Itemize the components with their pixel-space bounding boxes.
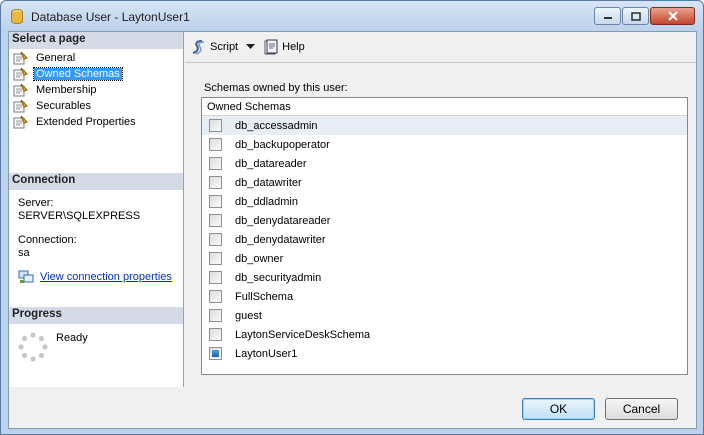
- maximize-icon: [630, 11, 641, 21]
- page-item-label: Extended Properties: [36, 116, 136, 128]
- table-row[interactable]: db_datawriter: [202, 173, 687, 192]
- schema-name: guest: [235, 309, 262, 322]
- connection-header: Connection: [9, 173, 183, 190]
- schema-checkbox[interactable]: [209, 214, 222, 227]
- schema-name: db_securityadmin: [235, 271, 322, 284]
- page-list: General Owned Schemas Membership Securab…: [13, 50, 138, 130]
- script-icon: [192, 40, 205, 55]
- server-label: Server:: [18, 197, 54, 209]
- page-item-label: Securables: [36, 100, 92, 112]
- schema-name: db_accessadmin: [235, 119, 318, 132]
- view-connection-properties-link[interactable]: View connection properties: [40, 271, 172, 283]
- owned-schemas-column-header[interactable]: Owned Schemas: [202, 98, 687, 116]
- page-item-securables[interactable]: Securables: [13, 98, 138, 114]
- table-row[interactable]: db_denydatareader: [202, 211, 687, 230]
- toolbar: Script Help: [185, 32, 696, 63]
- schema-name: db_denydatareader: [235, 214, 331, 227]
- minimize-button[interactable]: [594, 7, 621, 25]
- schema-name: db_denydatawriter: [235, 233, 326, 246]
- connection-properties-icon: [18, 270, 34, 283]
- close-icon: [667, 11, 678, 21]
- select-page-header: Select a page: [9, 32, 183, 49]
- table-row[interactable]: db_securityadmin: [202, 268, 687, 287]
- table-row[interactable]: FullSchema: [202, 287, 687, 306]
- script-label: Script: [210, 41, 239, 53]
- database-cylinder-icon: [11, 9, 23, 24]
- page-item-extended-properties[interactable]: Extended Properties: [13, 114, 138, 130]
- ok-button[interactable]: OK: [522, 398, 595, 420]
- progress-status: Ready: [18, 332, 88, 362]
- schema-name: db_ddladmin: [235, 195, 298, 208]
- schema-checkbox[interactable]: [209, 119, 222, 132]
- page-item-label: Owned Schemas: [33, 67, 123, 81]
- schema-checkbox[interactable]: [209, 176, 222, 189]
- script-dropdown-button[interactable]: [246, 44, 256, 50]
- page-item-owned-schemas[interactable]: Owned Schemas: [13, 66, 138, 82]
- schema-checkbox[interactable]: [209, 195, 222, 208]
- cancel-button[interactable]: Cancel: [605, 398, 678, 420]
- close-button[interactable]: [650, 7, 695, 25]
- left-panel: Select a page General Owned Schemas Memb…: [9, 32, 184, 387]
- connection-info: Server: SERVER\SQLEXPRESS Connection: sa: [18, 197, 140, 260]
- table-row[interactable]: LaytonServiceDeskSchema: [202, 325, 687, 344]
- progress-spinner-icon: [18, 332, 48, 362]
- schema-checkbox[interactable]: [209, 328, 222, 341]
- schema-checkbox[interactable]: [209, 271, 222, 284]
- page-item-label: General: [36, 52, 76, 64]
- table-row[interactable]: guest: [202, 306, 687, 325]
- page-icon: [13, 99, 28, 113]
- connection-label: Connection:: [18, 234, 77, 246]
- server-value: SERVER\SQLEXPRESS: [18, 210, 141, 222]
- schema-name: db_datareader: [235, 157, 307, 170]
- page-icon: [13, 51, 28, 65]
- connection-value: sa: [18, 247, 30, 259]
- schema-checkbox[interactable]: [209, 233, 222, 246]
- schema-checkbox[interactable]: [209, 138, 222, 151]
- chevron-down-icon: [246, 44, 256, 49]
- page-item-membership[interactable]: Membership: [13, 82, 138, 98]
- page-icon: [13, 83, 28, 97]
- page-item-general[interactable]: General: [13, 50, 138, 66]
- schema-name: db_owner: [235, 252, 284, 265]
- table-row[interactable]: db_backupoperator: [202, 135, 687, 154]
- dialog-window: Database User - LaytonUser1 Select a pag…: [0, 0, 704, 435]
- help-label: Help: [282, 41, 305, 53]
- page-item-label: Membership: [36, 84, 97, 96]
- button-bar: OK Cancel: [9, 388, 696, 428]
- table-row[interactable]: db_owner: [202, 249, 687, 268]
- schema-name: db_datawriter: [235, 176, 302, 189]
- schema-checkbox[interactable]: [209, 157, 222, 170]
- help-icon: [264, 39, 278, 55]
- table-row[interactable]: db_ddladmin: [202, 192, 687, 211]
- schema-checkbox[interactable]: [209, 290, 222, 303]
- schemas-owned-label: Schemas owned by this user:: [204, 82, 348, 94]
- table-row[interactable]: db_accessadmin: [202, 116, 687, 135]
- schema-checkbox[interactable]: [209, 347, 222, 360]
- minimize-icon: [603, 17, 612, 19]
- view-connection-properties[interactable]: View connection properties: [18, 270, 172, 284]
- schema-name: FullSchema: [235, 290, 294, 303]
- schema-name: LaytonServiceDeskSchema: [235, 328, 371, 341]
- script-button[interactable]: Script: [191, 39, 238, 55]
- owned-schemas-grid: Owned Schemas db_accessadmin db_backupope…: [201, 97, 688, 375]
- schema-name: LaytonUser1: [235, 347, 298, 360]
- page-icon: [13, 67, 28, 81]
- table-row[interactable]: db_denydatawriter: [202, 230, 687, 249]
- title-bar[interactable]: Database User - LaytonUser1: [1, 1, 703, 31]
- schema-checkbox[interactable]: [209, 309, 222, 322]
- table-row[interactable]: LaytonUser1: [202, 344, 687, 363]
- maximize-button[interactable]: [622, 7, 649, 25]
- schema-checkbox[interactable]: [209, 252, 222, 265]
- schema-name: db_backupoperator: [235, 138, 330, 151]
- page-icon: [13, 115, 28, 129]
- progress-status-text: Ready: [56, 332, 88, 344]
- help-button[interactable]: Help: [263, 39, 305, 55]
- progress-header: Progress: [9, 307, 183, 324]
- table-row[interactable]: db_datareader: [202, 154, 687, 173]
- window-controls: [593, 7, 695, 25]
- dialog-client-area: Select a page General Owned Schemas Memb…: [8, 31, 697, 429]
- window-title: Database User - LaytonUser1: [31, 10, 190, 24]
